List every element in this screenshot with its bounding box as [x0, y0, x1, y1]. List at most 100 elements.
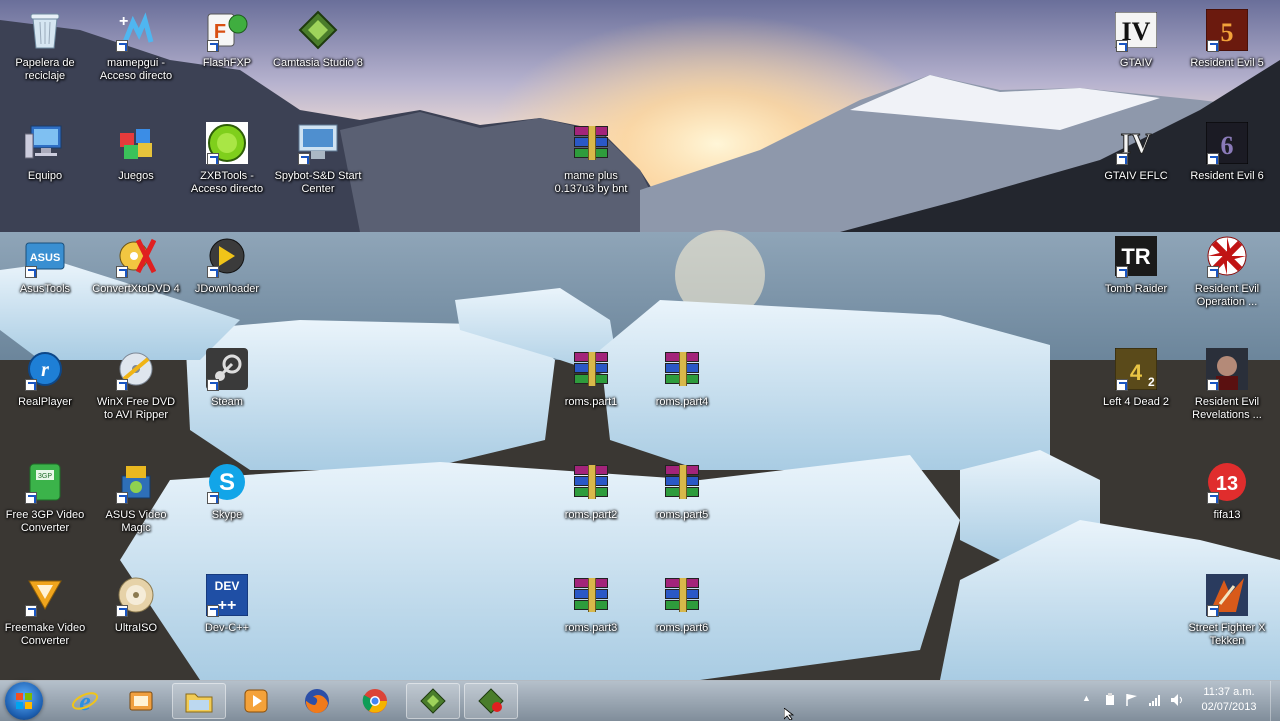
desktop-icon-resident-evil-5[interactable]: 5 Resident Evil 5 [1182, 2, 1272, 102]
desktop-icon-re-revelations[interactable]: Resident Evil Revelations ... [1182, 341, 1272, 441]
network-signal-icon[interactable] [1148, 693, 1162, 707]
desktop-icon-label: Steam [211, 396, 243, 408]
desktop-icon-winx[interactable]: WinX Free DVD to AVI Ripper [91, 341, 181, 441]
desktop-icon-re-operation[interactable]: Resident Evil Operation ... [1182, 228, 1272, 328]
desktop-icon-recycle-bin[interactable]: Papelera de reciclaje [0, 2, 90, 102]
shortcut-arrow-icon [25, 492, 37, 504]
action-center-flag-icon[interactable] [1125, 693, 1139, 707]
taskbar-camtasia[interactable] [406, 683, 460, 719]
taskbar-media-player[interactable] [229, 683, 283, 719]
start-button[interactable] [5, 682, 43, 720]
volume-icon[interactable] [1170, 693, 1184, 707]
svg-text:13: 13 [1216, 473, 1238, 495]
desktop-icon-fifa13[interactable]: 13 fifa13 [1182, 454, 1272, 554]
desktop-icon-label: Dev-C++ [204, 622, 250, 634]
winrar-archive-icon [569, 573, 613, 617]
desktop-icon-label: FlashFXP [202, 57, 252, 69]
chrome-icon [362, 689, 387, 713]
desktop-icon-zxbtools[interactable]: ZXBTools - Acceso directo [182, 115, 272, 215]
desktop-icon-jdownloader[interactable]: JDownloader [182, 228, 272, 328]
shortcut-arrow-icon [1207, 153, 1219, 165]
desktop-icon-ultraiso[interactable]: UltraISO [91, 567, 181, 667]
desktop-icon-free-3gp[interactable]: 3GP Free 3GP Video Converter [0, 454, 90, 554]
taskbar-file-explorer[interactable] [172, 683, 226, 719]
shortcut-arrow-icon [298, 153, 310, 165]
desktop-icon-freemake[interactable]: Freemake Video Converter [0, 567, 90, 667]
svg-text:+: + [119, 13, 128, 30]
desktop-icon-label: RealPlayer [18, 396, 72, 408]
show-hidden-icons-button[interactable]: ▲ [1082, 693, 1096, 707]
flashfxp-icon: F [205, 8, 249, 52]
desktop-icon-asustools[interactable]: ASUS AsusTools [0, 228, 90, 328]
desktop-icon-label: GTAIV EFLC [1104, 170, 1168, 182]
desktop-icon-devcpp[interactable]: DEV ++ Dev-C++ [182, 567, 272, 667]
desktop-icon-label: Resident Evil Revelations ... [1192, 396, 1262, 421]
desktop-icon-skype[interactable]: S Skype [182, 454, 272, 554]
desktop-icon-label: AsusTools [19, 283, 71, 295]
freemake-icon [23, 573, 67, 617]
desktop-icon-label: mame plus 0.137u3 by bnt [554, 170, 628, 195]
re6-icon: 6 [1205, 121, 1249, 165]
desktop-icon-gtaiv[interactable]: IV GTAIV [1091, 2, 1181, 102]
winx-icon [114, 347, 158, 391]
shortcut-arrow-icon [1116, 153, 1128, 165]
shortcut-arrow-icon [25, 379, 37, 391]
desktop-icon-roms-part6[interactable]: roms.part6 [637, 567, 727, 667]
taskbar-internet-explorer[interactable]: e [58, 683, 112, 719]
camtasia-icon [420, 688, 446, 714]
desktop-icon-mame-plus[interactable]: mame plus 0.137u3 by bnt [546, 115, 636, 215]
clock-date: 02/07/2013 [1201, 701, 1257, 713]
winrar-archive-icon [660, 573, 704, 617]
windows-logo-icon [16, 693, 32, 709]
svg-text:++: ++ [218, 597, 237, 614]
desktop-icon-mamepgui[interactable]: + mamepgui - Acceso directo [91, 2, 181, 102]
desktop-icon-realplayer[interactable]: r RealPlayer [0, 341, 90, 441]
desktop-icon-roms-part4[interactable]: roms.part4 [637, 341, 727, 441]
taskbar-media-center[interactable] [114, 683, 168, 719]
safely-remove-hardware-icon[interactable] [1103, 693, 1117, 707]
desktop-icon-left-4-dead-2[interactable]: 42 Left 4 Dead 2 [1091, 341, 1181, 441]
desktop-icon-resident-evil-6[interactable]: 6 Resident Evil 6 [1182, 115, 1272, 215]
desktop-icon-games[interactable]: Juegos [91, 115, 181, 215]
desktop-icon-roms-part2[interactable]: roms.part2 [546, 454, 636, 554]
tomb-raider-icon: TR [1114, 234, 1158, 278]
shortcut-arrow-icon [207, 379, 219, 391]
fifa13-icon: 13 [1205, 460, 1249, 504]
svg-text:ASUS: ASUS [30, 252, 61, 264]
show-desktop-button[interactable] [1270, 681, 1280, 721]
taskbar-firefox[interactable] [290, 683, 344, 719]
desktop-icon-roms-part1[interactable]: roms.part1 [546, 341, 636, 441]
shortcut-arrow-icon [1207, 492, 1219, 504]
steam-icon [205, 347, 249, 391]
desktop-icon-label: roms.part6 [655, 622, 709, 634]
desktop-icon-roms-part3[interactable]: roms.part3 [546, 567, 636, 667]
desktop-icon-flashfxp[interactable]: F FlashFXP [182, 2, 272, 102]
winrar-archive-icon [569, 460, 613, 504]
desktop-icon-gtaiv-eflc[interactable]: IV GTAIV EFLC [1091, 115, 1181, 215]
re5-icon: 5 [1205, 8, 1249, 52]
desktop-icon-computer[interactable]: Equipo [0, 115, 90, 215]
jdownloader-icon [205, 234, 249, 278]
internet-explorer-icon: e [71, 687, 99, 715]
gtaiv-icon: IV [1114, 8, 1158, 52]
desktop-icon-label: WinX Free DVD to AVI Ripper [96, 396, 176, 421]
system-clock[interactable]: 11:37 a.m. 02/07/2013 [1193, 685, 1265, 715]
desktop-icon-sfxt[interactable]: Street Fighter X Tekken [1182, 567, 1272, 667]
desktop-icon-label: Papelera de reciclaje [15, 57, 75, 82]
shortcut-arrow-icon [1207, 266, 1219, 278]
skype-icon: S [205, 460, 249, 504]
desktop-icon-label: Equipo [27, 170, 63, 182]
taskbar-camtasia-recorder[interactable] [464, 683, 518, 719]
desktop-icon-asus-video-magic[interactable]: ASUS Video Magic [91, 454, 181, 554]
desktop-icon-camtasia[interactable]: Camtasia Studio 8 [273, 2, 363, 102]
taskbar-chrome[interactable] [348, 683, 402, 719]
desktop-icon-tomb-raider[interactable]: TR Tomb Raider [1091, 228, 1181, 328]
desktop-icon-convertxtodvd[interactable]: ConvertXtoDVD 4 [91, 228, 181, 328]
games-icon [114, 121, 158, 165]
desktop-icon-label: Freemake Video Converter [4, 622, 86, 647]
desktop-icon-label: JDownloader [194, 283, 260, 295]
desktop-icon-roms-part5[interactable]: roms.part5 [637, 454, 727, 554]
desktop-icon-steam[interactable]: Steam [182, 341, 272, 441]
desktop-icon-spybot[interactable]: Spybot-S&D Start Center [273, 115, 363, 215]
desktop-icon-label: Resident Evil 5 [1190, 57, 1264, 69]
